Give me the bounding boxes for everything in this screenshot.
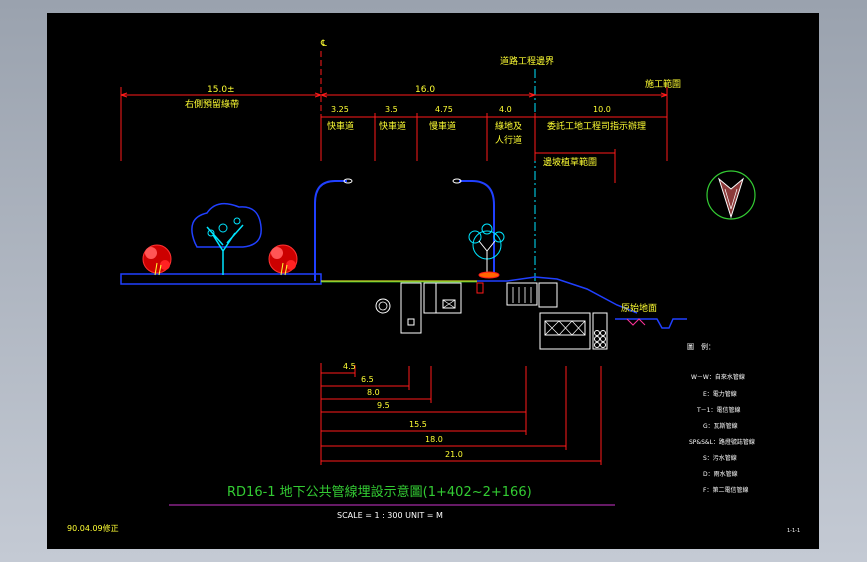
north-arrow-icon: [718, 177, 744, 219]
legend-item: E：電力管線: [703, 390, 737, 398]
legend-item: F：第二電信管線: [703, 486, 748, 494]
dim-bottom-4: 9.5: [377, 401, 390, 410]
box-a: [423, 282, 437, 314]
dim-top-3-caption: 委託工地工程司指示辦理: [547, 120, 646, 132]
legend-title: 圖 例：: [687, 342, 715, 351]
cad-drawing-canvas[interactable]: ℄ 道路工程邊界 施工範圍 15.0± 右側預留綠帶 16.0 3.25 快車道…: [47, 13, 819, 549]
duct-box-2: [538, 282, 558, 308]
duct-bank: [506, 282, 538, 306]
pipe-circle: [375, 298, 391, 314]
large-vault-cross: [544, 320, 586, 336]
dim-top-3-value: 10.0: [593, 105, 611, 114]
drawing-title: RD16-1 地下公共管線埋設示意圖(1+402~2+166): [227, 484, 532, 500]
dim-lane-3-value: 4.75: [435, 105, 453, 114]
street-lamp-right: [459, 180, 495, 275]
legend-item: G：瓦斯管線: [703, 422, 738, 430]
slope-scope-label: 邊坡植草範圍: [543, 156, 597, 168]
dim-bottom-6: 18.0: [425, 435, 443, 444]
dim-bottom-7: 21.0: [445, 450, 463, 459]
revision-text: 90.04.09修正: [67, 523, 119, 533]
dim-lane-1-caption: 快車道: [327, 120, 354, 132]
pipe-circle-inner: [378, 301, 388, 311]
dim-bottom-2: 6.5: [361, 375, 374, 384]
construction-scope-label: 施工範圍: [645, 78, 681, 90]
box-b-cross: [442, 299, 456, 309]
dim-lane-4-caption2: 人行道: [495, 134, 522, 146]
dim-lane-4-value: 4.0: [499, 105, 512, 114]
dim-lane-1-value: 3.25: [331, 105, 349, 114]
sheet-number: 1-1-1: [787, 528, 800, 534]
legend-list: W－W：自來水管線 E：電力管線 T－1：電信管線 G：瓦斯管線 SP&S&L：…: [689, 373, 755, 494]
dim-top-2-value: 16.0: [415, 85, 435, 95]
shrub-left: [142, 244, 172, 276]
dim-bottom-5: 15.5: [409, 420, 427, 429]
scale-text: SCALE = 1 : 300 UNIT = M: [337, 511, 443, 520]
dim-top-1-value: 15.0±: [207, 85, 235, 95]
legend-item: W－W：自來水管線: [691, 373, 745, 381]
existing-ground-label: 原始地面: [621, 302, 657, 314]
dim-bottom-3: 8.0: [367, 388, 380, 397]
manhole-cap: [407, 318, 415, 326]
street-lamp-left: [314, 180, 347, 281]
ditch-mark: [626, 318, 646, 326]
centerline-mark: ℄: [320, 39, 327, 49]
dim-lane-2-caption: 快車道: [379, 120, 406, 132]
small-red-box: [476, 282, 484, 294]
dim-lane-2-value: 3.5: [385, 105, 398, 114]
shrub-right: [268, 244, 298, 276]
road-boundary-label: 道路工程邊界: [500, 55, 554, 67]
drawing-svg: ℄ 道路工程邊界 施工範圍 15.0± 右側預留綠帶 16.0 3.25 快車道…: [67, 39, 800, 534]
dim-lane-4-caption: 綠地及: [495, 120, 522, 132]
dim-bottom-1: 4.5: [343, 362, 356, 371]
duct-bank-lines: [512, 287, 532, 303]
green-belt-ground: [120, 273, 322, 285]
dim-top-1-caption: 右側預留綠帶: [185, 98, 239, 110]
existing-ground-line: [615, 318, 687, 329]
large-vault: [539, 312, 591, 350]
sidewalk-tree: [468, 223, 505, 279]
legend-item: D：雨水管線: [703, 470, 738, 478]
large-vault-inner: [544, 320, 586, 336]
big-tree: [191, 202, 262, 275]
legend-item: S：污水管線: [703, 454, 737, 462]
legend-item: SP&S&L：路燈號誌管線: [689, 438, 755, 446]
dim-lane-3-caption: 慢車道: [429, 120, 456, 132]
legend-item: T－1：電信管線: [696, 406, 740, 414]
